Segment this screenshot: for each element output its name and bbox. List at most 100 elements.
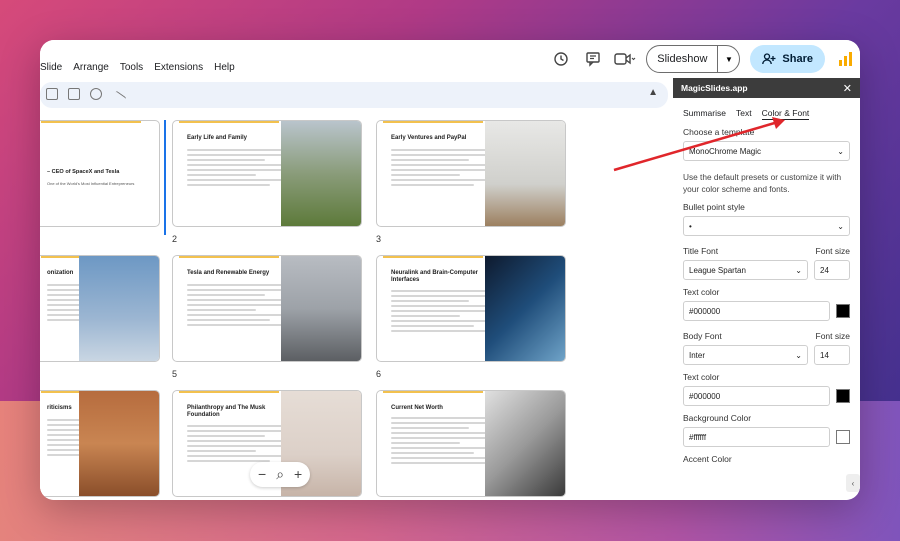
sidebar-header: MagicSlides.app ✕	[673, 78, 860, 98]
title-font-select[interactable]: League Spartan ⌄	[683, 260, 808, 281]
body-color-swatch[interactable]	[836, 389, 850, 404]
slideshow-label[interactable]: Slideshow	[647, 46, 717, 72]
bullet-style-select[interactable]: • ⌄	[683, 216, 850, 237]
shape-icon[interactable]	[90, 88, 102, 100]
menu-extensions[interactable]: Extensions	[154, 62, 203, 73]
analytics-icon[interactable]	[839, 52, 852, 66]
line-icon[interactable]	[109, 90, 127, 108]
tab-summarise[interactable]: Summarise	[683, 108, 726, 120]
font-size-label: Font size	[815, 331, 851, 342]
comment-icon[interactable]	[582, 48, 604, 70]
body-font-row: Inter ⌄ 14	[683, 345, 850, 366]
title-font-row: League Spartan ⌄ 24	[683, 260, 850, 281]
chevron-down-icon: ⌄	[837, 221, 844, 231]
slide-title: Tesla and Renewable Energy	[187, 270, 270, 276]
body-font-value: Inter	[689, 350, 706, 360]
tab-text[interactable]: Text	[736, 108, 752, 120]
title-text-color-row: #000000	[683, 301, 850, 322]
slide-title: Early Life and Family	[187, 135, 248, 141]
slide-title: Philanthropy and The Musk Foundation	[187, 405, 266, 419]
rocket-photo	[79, 256, 159, 361]
sidebar-title: MagicSlides.app	[681, 83, 748, 93]
slide-grid: – CEO of SpaceX and Tesla One of the Wor…	[40, 120, 670, 500]
body-font-size-input[interactable]: 14	[814, 345, 850, 366]
slide-subtitle: One of the World's Most Influential Entr…	[47, 181, 135, 186]
body-text-color-input[interactable]: #000000	[683, 386, 830, 407]
history-icon[interactable]	[550, 48, 572, 70]
body-font-label: Body Font	[683, 331, 722, 342]
video-call-icon[interactable]	[614, 48, 636, 70]
background-color-swatch[interactable]	[836, 430, 850, 445]
title-color-swatch[interactable]	[836, 304, 850, 319]
close-icon[interactable]: ✕	[843, 82, 852, 95]
image-icon[interactable]	[68, 88, 80, 100]
chevron-left-icon[interactable]: ‹	[846, 474, 860, 492]
title-font-label: Title Font	[683, 246, 719, 257]
menu-help[interactable]: Help	[214, 62, 235, 73]
collapse-toolbar-icon[interactable]: ▲	[648, 87, 658, 98]
slide-number: 6	[376, 369, 382, 379]
app-window: Slide Arrange Tools Extensions Help Slid…	[40, 40, 860, 500]
menu-tools[interactable]: Tools	[120, 62, 143, 73]
top-bar: Slide Arrange Tools Extensions Help Slid…	[40, 40, 860, 80]
presentation-photo	[485, 121, 565, 226]
slide-thumbnail-6[interactable]: Neuralink and Brain-Computer Interfaces	[376, 255, 566, 362]
chevron-down-icon: ⌄	[795, 265, 802, 275]
share-button[interactable]: Share	[750, 45, 825, 73]
family-photo	[281, 121, 361, 226]
car-photo	[281, 256, 361, 361]
slide-title: Current Net Worth	[391, 405, 443, 411]
top-right-controls: Slideshow ▼ Share	[550, 45, 852, 73]
slide-thumbnail-7[interactable]: riticisms	[40, 390, 160, 497]
accent-color-label: Accent Color	[683, 454, 732, 465]
zoom-in-icon[interactable]: +	[294, 466, 302, 483]
share-label: Share	[782, 53, 813, 65]
body-text-color-label: Text color	[683, 372, 720, 383]
toolbar-tools	[46, 88, 127, 108]
insertion-cursor	[164, 120, 166, 235]
background-color-label: Background Color	[683, 413, 752, 424]
chevron-down-icon[interactable]: ▼	[717, 46, 739, 72]
slideshow-button[interactable]: Slideshow ▼	[646, 45, 741, 73]
preset-description: Use the default presets or customize it …	[683, 172, 842, 195]
body-text-color-row: #000000	[683, 386, 850, 407]
template-select[interactable]: MonoChrome Magic ⌄	[683, 141, 850, 161]
title-text-color-input[interactable]: #000000	[683, 301, 830, 322]
body-font-header: Body Font Font size	[683, 331, 850, 341]
title-font-size-input[interactable]: 24	[814, 260, 850, 281]
zoom-icon[interactable]: ⌕	[276, 466, 284, 483]
magicslides-sidebar: MagicSlides.app ✕ Summarise Text Color &…	[673, 78, 860, 500]
menu-slide[interactable]: Slide	[40, 62, 62, 73]
bullet-style-value: •	[689, 221, 692, 231]
template-select-value: MonoChrome Magic	[689, 146, 762, 156]
menu-bar: Slide Arrange Tools Extensions Help	[40, 62, 235, 73]
slide-thumbnail-1[interactable]: – CEO of SpaceX and Tesla One of the Wor…	[40, 120, 160, 227]
menu-arrange[interactable]: Arrange	[73, 62, 109, 73]
zoom-out-icon[interactable]: −	[258, 466, 266, 483]
mars-photo	[79, 391, 159, 496]
bullet-style-label: Bullet point style	[683, 202, 745, 213]
slide-thumbnail-4[interactable]: onization	[40, 255, 160, 362]
background-color-row: #ffffff	[683, 427, 850, 448]
slide-title: – CEO of SpaceX and Tesla	[47, 169, 120, 175]
slide-thumbnail-3[interactable]: Early Ventures and PayPal	[376, 120, 566, 227]
background-color-input[interactable]: #ffffff	[683, 427, 830, 448]
title-text-color-label: Text color	[683, 287, 720, 298]
title-font-value: League Spartan	[689, 265, 746, 275]
body-font-select[interactable]: Inter ⌄	[683, 345, 808, 366]
slide-number: 2	[172, 234, 178, 244]
title-font-header: Title Font Font size	[683, 246, 850, 256]
chevron-down-icon: ⌄	[837, 146, 844, 156]
slide-number: 5	[172, 369, 178, 379]
circuit-photo	[485, 256, 565, 361]
zoom-controls: − ⌕ +	[250, 462, 311, 487]
sidebar-tabs: Summarise Text Color & Font	[683, 108, 850, 120]
slide-thumbnail-2[interactable]: Early Life and Family	[172, 120, 362, 227]
slide-thumbnail-9[interactable]: Current Net Worth	[376, 390, 566, 497]
slide-thumbnail-5[interactable]: Tesla and Renewable Energy	[172, 255, 362, 362]
tab-color-font[interactable]: Color & Font	[761, 108, 810, 120]
city-photo	[485, 391, 565, 496]
add-person-icon	[762, 53, 776, 65]
font-size-label: Font size	[815, 246, 851, 257]
select-frame-icon[interactable]	[46, 88, 58, 100]
